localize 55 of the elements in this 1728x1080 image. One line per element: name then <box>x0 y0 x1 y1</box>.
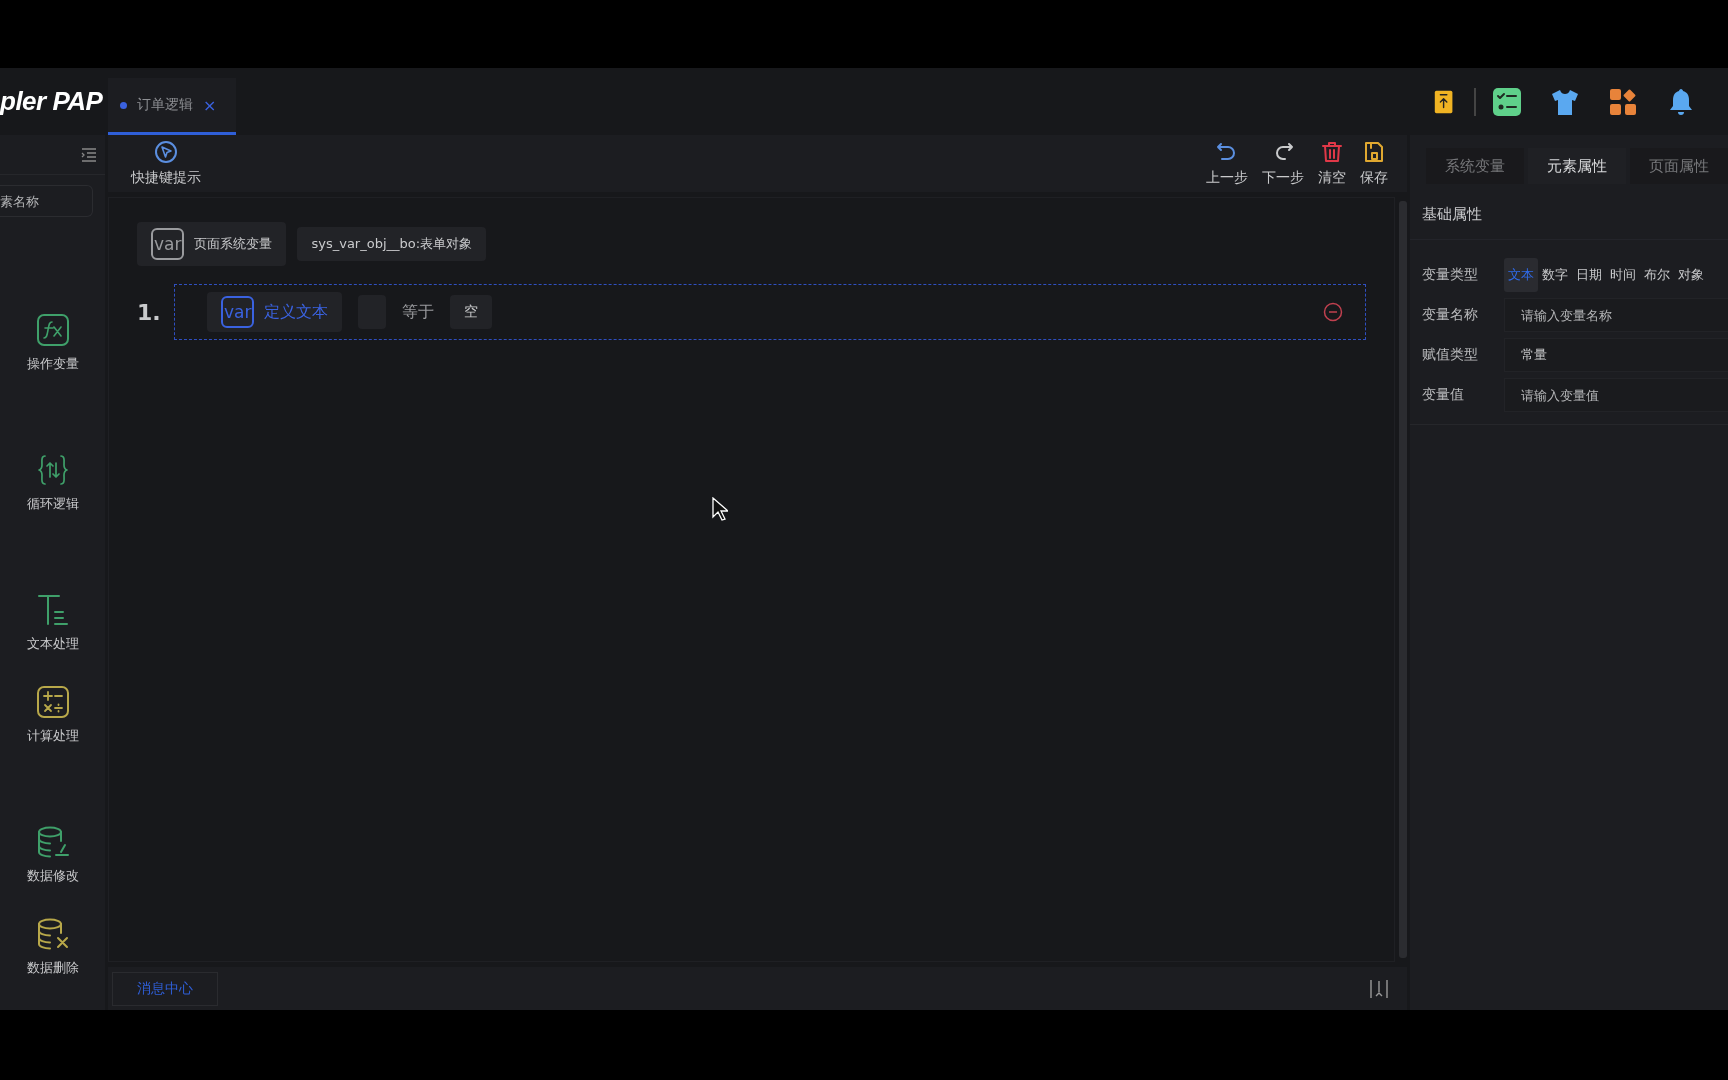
type-option[interactable]: 数字 <box>1538 258 1572 292</box>
toolbar-button[interactable]: 清空 <box>1313 140 1351 187</box>
variable-value-chip[interactable]: sys_var_obj__bo:表单对象 <box>297 227 487 261</box>
select-field[interactable]: 常量 <box>1504 338 1728 372</box>
tool-item[interactable]: 数据修改 <box>0 825 105 885</box>
pointer-icon <box>712 497 728 521</box>
split-icon[interactable] <box>1369 978 1389 999</box>
operator-text: 等于 <box>402 301 435 323</box>
var-tag: var <box>151 228 185 260</box>
tool-item[interactable]: 操作变量 <box>0 313 105 373</box>
chip-label: 页面系统变量 <box>194 235 273 253</box>
database-delete-icon <box>35 917 70 951</box>
checklist-icon[interactable] <box>1492 86 1522 117</box>
app-logo: pler PAP <box>0 86 104 117</box>
panel-tab[interactable]: 页面属性 <box>1630 148 1728 184</box>
braces-arrows-icon <box>35 453 70 487</box>
input-field[interactable]: 请输入变量名称 <box>1504 298 1728 332</box>
shortcut-hint-button[interactable]: 快捷键提示 <box>126 140 206 187</box>
search-field[interactable]: 素名称 <box>0 185 93 217</box>
type-option[interactable]: 布尔 <box>1640 258 1674 292</box>
save-icon <box>1362 140 1386 164</box>
document-tab[interactable]: 订单逻辑 × <box>108 78 236 135</box>
type-option[interactable]: 日期 <box>1572 258 1606 292</box>
tool-item[interactable]: 计算处理 <box>0 685 105 745</box>
system-variable-chip[interactable]: var 页面系统变量 <box>137 222 287 266</box>
line-number: 1. <box>137 299 162 325</box>
field-label: 变量名称 <box>1422 306 1479 324</box>
tool-item[interactable]: 数据删除 <box>0 917 105 977</box>
tool-item[interactable]: 文本处理 <box>0 593 105 653</box>
field-label: 变量值 <box>1422 386 1465 404</box>
type-option[interactable]: 时间 <box>1606 258 1640 292</box>
remove-icon[interactable] <box>1323 302 1343 322</box>
apps-icon[interactable] <box>1608 86 1638 117</box>
toolbar-button[interactable]: 保存 <box>1355 140 1393 187</box>
chip-label: 定义文本 <box>264 301 329 323</box>
panel-tab[interactable]: 系统变量 <box>1426 148 1524 184</box>
collapse-menu-icon[interactable] <box>81 147 97 162</box>
value-chip[interactable]: 空 <box>450 295 493 329</box>
input-field[interactable]: 请输入变量值 <box>1504 378 1728 412</box>
function-icon <box>35 313 70 347</box>
logic-row[interactable]: var 定义文本 等于 空 <box>174 284 1366 340</box>
database-edit-icon <box>35 825 70 859</box>
cursor-circle-icon <box>154 140 178 164</box>
text-icon <box>35 593 70 627</box>
field-label: 赋值类型 <box>1422 346 1479 364</box>
toolbar-button[interactable]: 上一步 <box>1201 140 1253 187</box>
type-option[interactable]: 对象 <box>1674 258 1708 292</box>
trash-icon <box>1320 140 1344 164</box>
field-label: 变量类型 <box>1422 266 1479 284</box>
calculator-icon <box>35 685 70 719</box>
tool-item[interactable]: 循环逻辑 <box>0 453 105 513</box>
tab-label: 订单逻辑 <box>137 96 193 114</box>
unsaved-dot-icon <box>120 101 127 109</box>
toolbar-button[interactable]: 下一步 <box>1257 140 1309 187</box>
var-tag: var <box>221 296 255 328</box>
